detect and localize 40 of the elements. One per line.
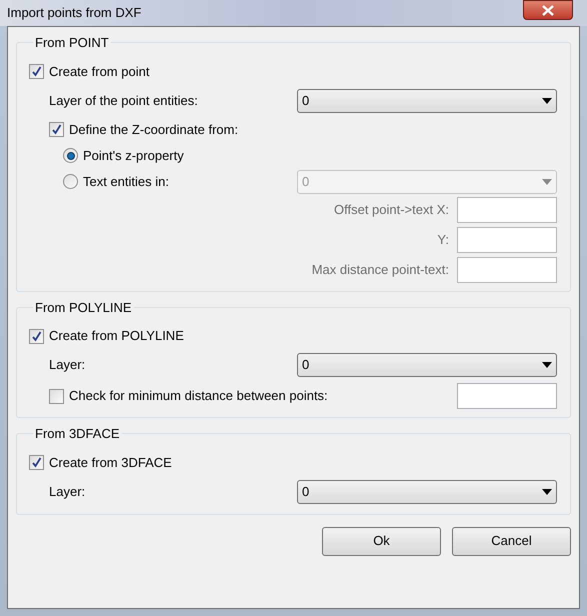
group-title: From 3DFACE bbox=[34, 425, 121, 443]
window-title: Import points from DXF bbox=[7, 4, 142, 22]
layer-dropdown[interactable]: 0 bbox=[297, 88, 557, 112]
checkbox-label: Define the Z-coordinate from: bbox=[69, 120, 238, 139]
field-label: Offset point->text X: bbox=[334, 200, 449, 219]
layer-dropdown[interactable]: 0 bbox=[297, 353, 557, 377]
radio-button[interactable] bbox=[63, 174, 78, 189]
close-icon bbox=[542, 4, 554, 16]
field-label: Layer: bbox=[49, 356, 86, 374]
checkbox[interactable] bbox=[29, 455, 44, 470]
checkbox-label: Create from 3DFACE bbox=[49, 454, 172, 472]
radio-label: Text entities in: bbox=[83, 172, 170, 191]
caret-icon bbox=[542, 488, 552, 494]
caret-icon bbox=[542, 178, 552, 184]
group-title: From POLYLINE bbox=[34, 298, 133, 316]
checkmark-icon bbox=[31, 457, 42, 468]
checkmark-icon bbox=[31, 66, 42, 77]
field-label: Layer: bbox=[49, 482, 86, 501]
checkbox-label: Create from POLYLINE bbox=[49, 327, 184, 346]
field-label: Y: bbox=[437, 230, 449, 249]
checkmark-icon bbox=[51, 124, 62, 135]
close-button[interactable] bbox=[523, 0, 573, 20]
checkmark-icon bbox=[31, 330, 42, 342]
field-label: Max distance point-text: bbox=[312, 260, 449, 279]
checkbox[interactable] bbox=[29, 328, 44, 344]
radio-button[interactable] bbox=[63, 148, 78, 163]
radio-label: Point's z-property bbox=[83, 146, 185, 165]
group-title: From POINT bbox=[34, 34, 110, 52]
dialog-button[interactable]: Cancel bbox=[452, 526, 571, 556]
dialog-button[interactable]: Ok bbox=[322, 526, 441, 556]
field-label: Layer of the point entities: bbox=[49, 92, 199, 110]
distance-input-field[interactable] bbox=[457, 383, 557, 409]
layer-dropdown[interactable]: 0 bbox=[297, 480, 557, 504]
caret-icon bbox=[542, 98, 552, 104]
checkbox-label: Create from point bbox=[49, 62, 150, 81]
checkbox[interactable] bbox=[49, 388, 64, 404]
caret-icon bbox=[542, 362, 552, 368]
checkbox-label: Check for minimum distance between points: bbox=[69, 387, 329, 406]
checkbox[interactable] bbox=[29, 64, 44, 79]
checkbox[interactable] bbox=[49, 122, 64, 137]
